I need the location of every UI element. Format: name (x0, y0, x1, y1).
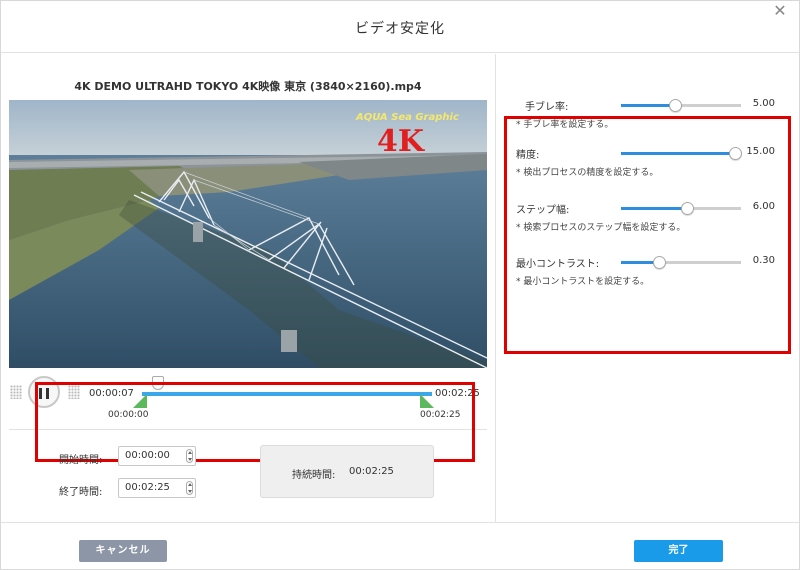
video-4k-badge: 4K (377, 124, 424, 159)
drag-handle-icon[interactable] (10, 385, 22, 399)
setting-label: 手ブレ率: (525, 102, 569, 113)
start-time-label: 開始時間: (59, 455, 103, 466)
video-filename: 4K DEMO ULTRAHD TOKYO 4K映像 東京 (3840×2160… (74, 80, 422, 93)
setting-slider[interactable] (621, 99, 741, 112)
setting-value: 15.00 (746, 146, 775, 157)
setting-slider[interactable] (621, 147, 742, 160)
cancel-button[interactable]: キャンセル (79, 540, 167, 562)
slider-fill (621, 152, 735, 155)
slider-fill (621, 207, 687, 210)
end-time-label: 終了時間: (59, 487, 103, 498)
start-time-value: 00:00:00 (125, 450, 170, 461)
video-stabilization-dialog: ビデオ安定化 ✕ 4K DEMO ULTRAHD TOKYO 4K映像 東京 (… (0, 0, 800, 570)
setting-description: * 手ブレ率を設定する。 (516, 120, 614, 130)
setting-description: * 検索プロセスのステップ幅を設定する。 (516, 223, 686, 233)
setting-value: 5.00 (752, 98, 775, 109)
setting-value: 0.30 (752, 255, 775, 266)
spinner-icon[interactable] (186, 481, 193, 495)
start-time-field[interactable]: 00:00:00 (118, 446, 196, 466)
spinner-icon[interactable] (186, 449, 193, 463)
setting-description: * 検出プロセスの精度を設定する。 (516, 168, 659, 178)
setting-value: 6.00 (752, 201, 775, 212)
close-icon[interactable]: ✕ (771, 3, 789, 21)
action-bar: キャンセル 完了 (1, 522, 799, 569)
setting-label: 精度: (516, 150, 540, 161)
setting-slider[interactable] (621, 202, 741, 215)
slider-fill (621, 104, 675, 107)
video-preview: AQUA Sea Graphic 4K (9, 100, 487, 368)
done-button[interactable]: 完了 (634, 540, 723, 562)
setting-label: ステップ幅: (516, 205, 570, 216)
end-time-field[interactable]: 00:02:25 (118, 478, 196, 498)
settings-panel: 手ブレ率: 5.00 * 手ブレ率を設定する。 精度: 15.00 * 検出プロセスの精度… (496, 54, 799, 522)
setting-label: 最小コントラスト: (516, 259, 600, 270)
duration-label: 持続時間: (292, 470, 336, 481)
title-bar: ビデオ安定化 ✕ (1, 1, 799, 53)
end-time-value: 00:02:25 (125, 482, 170, 493)
setting-description: * 最小コントラストを設定する。 (516, 277, 650, 287)
duration-value: 00:02:25 (349, 466, 394, 477)
dialog-title: ビデオ安定化 (355, 21, 445, 37)
duration-display: 持続時間: 00:02:25 (260, 445, 434, 498)
video-watermark: AQUA Sea Graphic (356, 112, 459, 123)
slider-knob[interactable] (669, 99, 682, 112)
slider-knob[interactable] (681, 202, 694, 215)
setting-slider[interactable] (621, 256, 741, 269)
